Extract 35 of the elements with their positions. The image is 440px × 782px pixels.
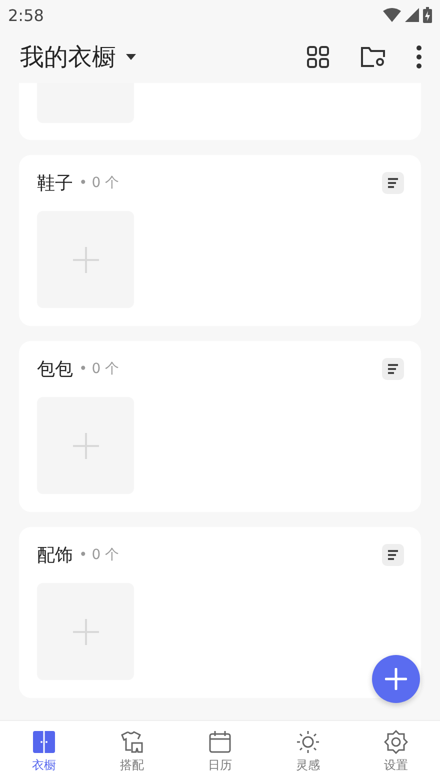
add-item-tile[interactable]: [37, 397, 134, 494]
list-icon[interactable]: [382, 544, 404, 566]
wifi-icon: [383, 8, 401, 22]
category-name: 包包: [37, 358, 73, 381]
item-count: • 0 个: [79, 360, 120, 378]
caret-icon: [126, 54, 136, 60]
signal-icon: [405, 8, 419, 22]
wardrobe-title-dropdown[interactable]: 我的衣橱: [20, 40, 136, 72]
nav-tab[interactable]: 衣橱: [0, 721, 88, 782]
plus-icon: [72, 246, 98, 272]
add-item-tile[interactable]: [37, 211, 134, 308]
nav-tab[interactable]: 日历: [176, 721, 264, 782]
shirt-icon: [120, 730, 144, 754]
nav-tab[interactable]: 灵感: [264, 721, 352, 782]
sun-icon: [296, 730, 320, 754]
grid-icon[interactable]: [306, 44, 330, 68]
settings-icon: [384, 730, 408, 754]
list-icon[interactable]: [382, 358, 404, 380]
wardrobe-icon: [32, 730, 56, 754]
plus-icon: [72, 432, 98, 458]
nav-tab[interactable]: 设置: [352, 721, 440, 782]
category-name: 鞋子: [37, 172, 73, 195]
item-count: • 0 个: [79, 546, 120, 564]
category-name: 配饰: [37, 544, 73, 567]
folder-gear-icon[interactable]: [360, 46, 386, 68]
more-icon[interactable]: [416, 44, 422, 68]
battery-icon: [423, 7, 432, 23]
status-time: 2:58: [8, 6, 44, 24]
list-icon[interactable]: [382, 172, 404, 194]
nav-tab[interactable]: 搭配: [88, 721, 176, 782]
add-item-tile[interactable]: [37, 583, 134, 680]
plus-icon: [385, 668, 407, 690]
plus-icon: [72, 618, 98, 644]
item-count: • 0 个: [79, 174, 120, 192]
calendar-icon: [208, 730, 232, 754]
